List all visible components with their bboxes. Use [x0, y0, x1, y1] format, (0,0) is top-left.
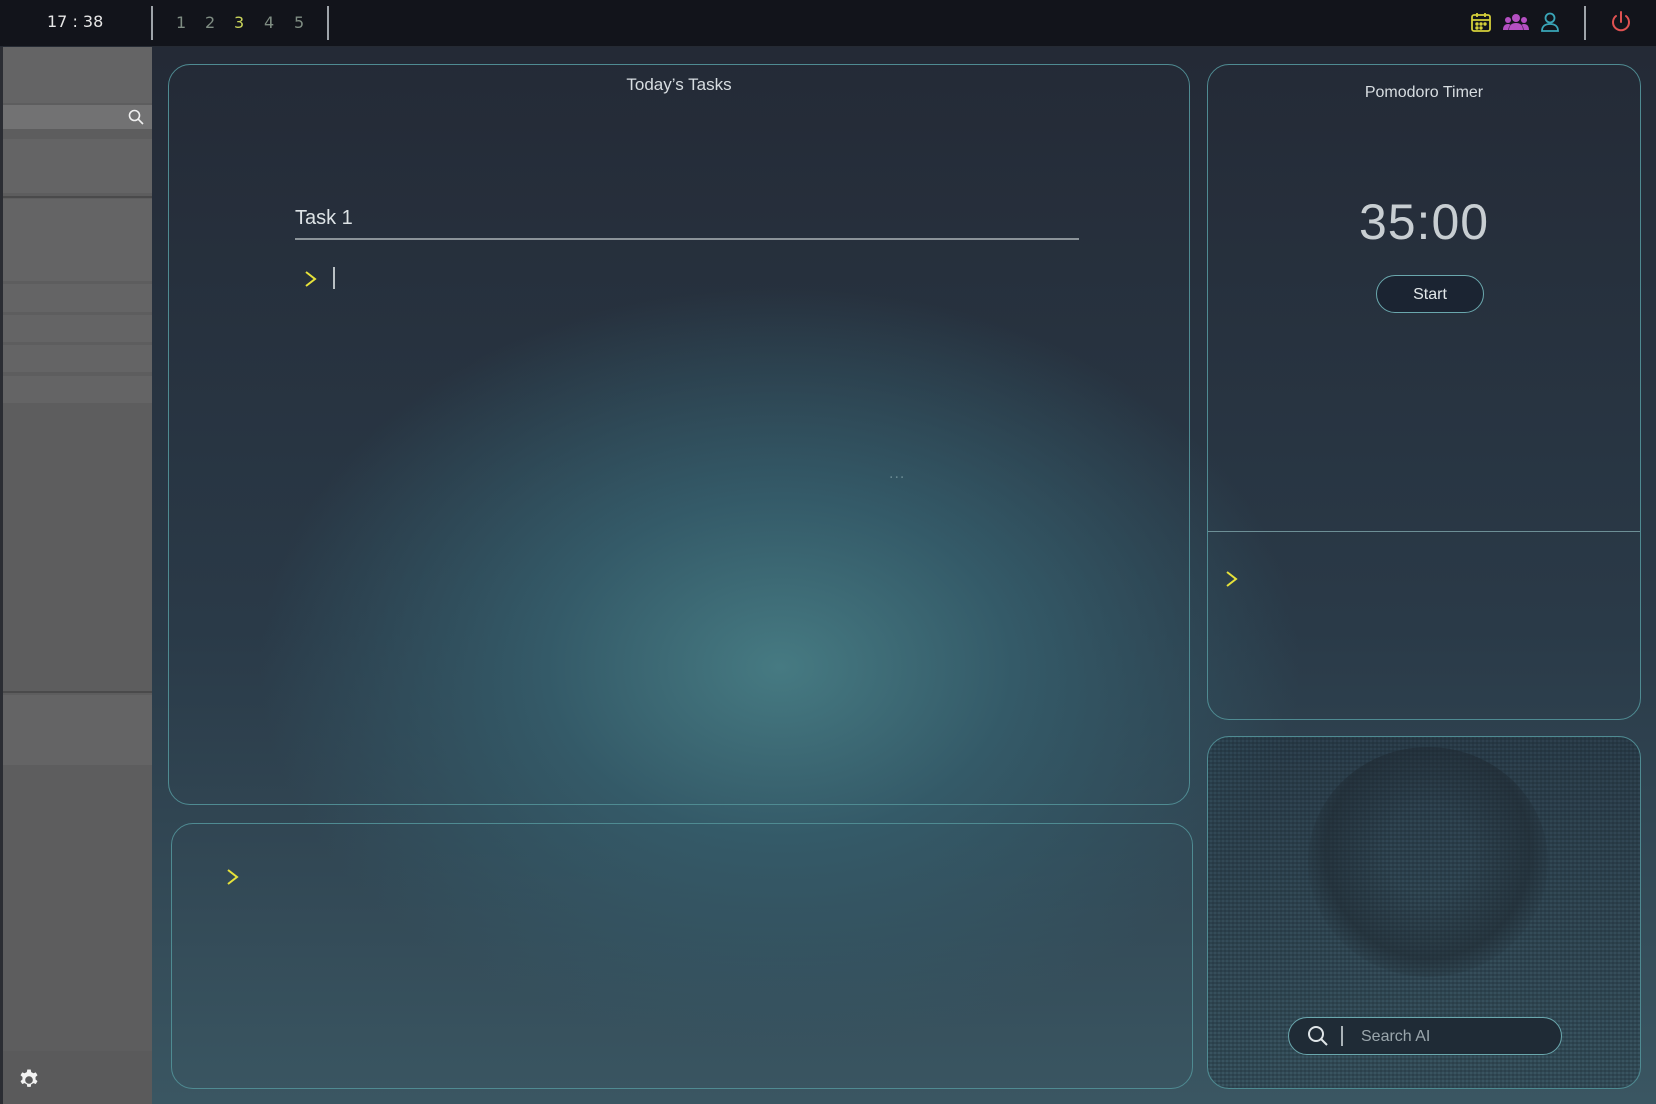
prompt-arrow-icon: [227, 869, 239, 885]
user-icon[interactable]: [1538, 10, 1562, 34]
sidebar-section: [3, 47, 152, 103]
workspace-5[interactable]: 5: [294, 13, 304, 32]
sidebar: [0, 47, 155, 1104]
prompt-arrow-icon: [1226, 571, 1238, 587]
divider: [3, 196, 152, 198]
sidebar-item[interactable]: [3, 376, 152, 403]
sidebar-section: [3, 139, 152, 193]
sidebar-section: [3, 199, 152, 281]
sidebar-search[interactable]: [3, 105, 152, 129]
pomodoro-title: Pomodoro Timer: [1364, 84, 1484, 101]
console-panel[interactable]: [171, 823, 1193, 1089]
people-icon[interactable]: [1503, 10, 1529, 34]
clock: 17 : 38: [47, 12, 104, 31]
divider: [1208, 531, 1640, 532]
search-icon: [1308, 1026, 1328, 1046]
ai-panel: [1207, 736, 1641, 1089]
sidebar-section: [3, 695, 152, 765]
ai-search-input[interactable]: [1359, 1024, 1553, 1050]
workspace-1[interactable]: 1: [176, 13, 186, 32]
pomodoro-panel: Pomodoro Timer 35:00 Start: [1207, 64, 1641, 720]
power-icon[interactable]: [1609, 10, 1633, 34]
input-separator: [1341, 1026, 1343, 1046]
divider: [3, 691, 152, 693]
tasks-panel-title: Today’s Tasks: [626, 75, 732, 94]
sidebar-item[interactable]: [3, 345, 152, 372]
task-title-input[interactable]: Task 1: [295, 207, 1079, 240]
ai-search-box[interactable]: [1288, 1017, 1562, 1055]
sidebar-item[interactable]: [3, 315, 152, 342]
ai-avatar-face: [1308, 747, 1548, 977]
calendar-icon[interactable]: [1469, 10, 1493, 34]
timer-display: 35:00: [1358, 194, 1490, 250]
tasks-panel: Today’s Tasks Task 1 ...: [168, 64, 1190, 805]
start-button[interactable]: Start: [1376, 275, 1484, 313]
search-icon: [128, 109, 144, 125]
top-bar: 17 : 38 1 2 3 4 5: [0, 0, 1656, 47]
top-bar-separator: [1584, 6, 1586, 40]
more-indicator: ...: [889, 465, 906, 482]
top-bar-separator: [151, 6, 153, 40]
sidebar-item[interactable]: [3, 284, 152, 312]
text-cursor[interactable]: [333, 267, 335, 289]
workspace-3[interactable]: 3: [234, 13, 244, 32]
workspace-4[interactable]: 4: [264, 13, 274, 32]
prompt-arrow-icon: [305, 271, 317, 287]
main-area: Today’s Tasks Task 1 ... Pomodoro Timer …: [152, 47, 1656, 1104]
top-bar-separator: [327, 6, 329, 40]
workspace-2[interactable]: 2: [205, 13, 215, 32]
gear-icon[interactable]: [17, 1068, 41, 1092]
